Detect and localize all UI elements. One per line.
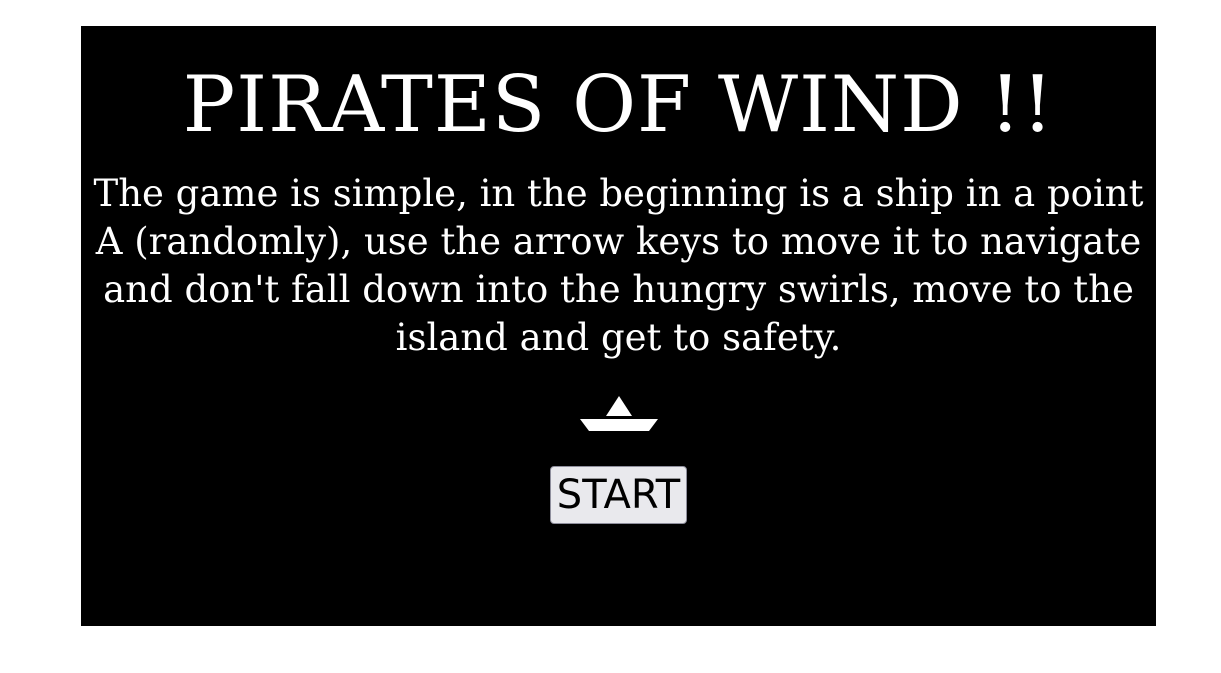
ship-container (81, 394, 1156, 434)
paper-boat-icon (579, 396, 658, 431)
start-container: START (81, 466, 1156, 524)
game-title: PIRATES OF WIND !! (182, 60, 1055, 150)
game-panel: PIRATES OF WIND !! The game is simple, i… (81, 26, 1156, 626)
start-button[interactable]: START (549, 466, 688, 524)
game-instructions: The game is simple, in the beginning is … (93, 172, 1144, 359)
